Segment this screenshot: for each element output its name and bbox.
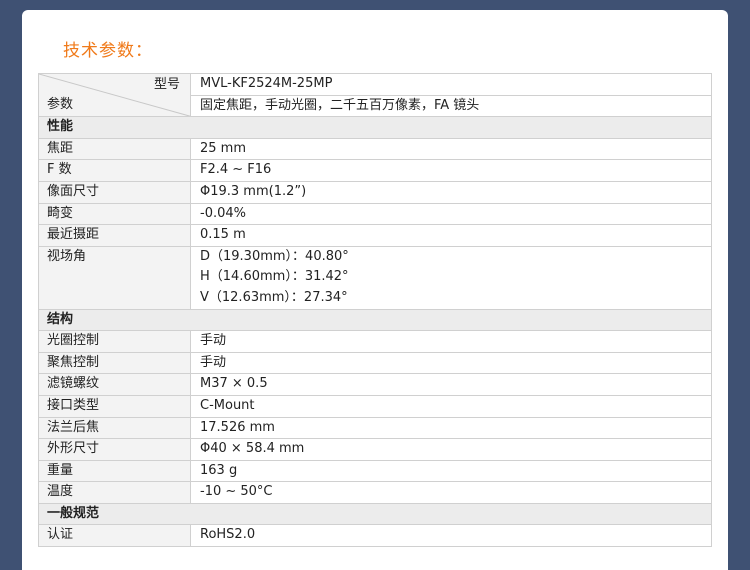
- row-label: 视场角: [38, 245, 191, 310]
- section-title: 一般规范: [38, 502, 712, 526]
- row-label: 温度: [38, 481, 191, 504]
- row-value: RoHS2.0: [190, 524, 712, 548]
- row-label: 重量: [38, 459, 191, 483]
- model-value: MVL-KF2524M-25MP: [190, 73, 712, 96]
- row-value: -10 ~ 50°C: [190, 481, 712, 504]
- table-row: F 数 F2.4 ~ F16: [38, 159, 712, 182]
- section-row-performance: 性能: [38, 116, 712, 139]
- row-label: 法兰后焦: [38, 416, 191, 440]
- page-title: 技术参数：: [63, 41, 153, 61]
- row-value: M37 × 0.5: [190, 373, 712, 396]
- row-label: 聚焦控制: [38, 351, 191, 375]
- table-row: 外形尺寸 Φ40 × 58.4 mm: [38, 438, 712, 461]
- row-value: 163 g: [190, 459, 712, 483]
- header-row-model: 型号 参数 MVL-KF2524M-25MP: [38, 72, 712, 118]
- section-row-general: 一般规范: [38, 502, 712, 526]
- section-row-structure: 结构: [38, 308, 712, 332]
- param-label: 参数: [47, 97, 74, 113]
- table-row: 光圈控制 手动: [38, 330, 712, 353]
- row-value: C-Mount: [190, 394, 712, 418]
- row-label: 焦距: [38, 137, 191, 161]
- model-label: 型号: [153, 77, 180, 92]
- fov-vertical: V（12.63mm）：27.34°: [200, 289, 348, 305]
- row-value: 0.15 m: [190, 224, 712, 247]
- fov-horizontal: H（14.60mm）：31.42°: [200, 269, 349, 285]
- table-row: 接口类型 C-Mount: [38, 394, 712, 418]
- diagonal-header-cell: 型号 参数: [38, 72, 191, 118]
- spec-table: 型号 参数 MVL-KF2524M-25MP 固定焦距，手动光圈，二千五百万像素…: [38, 72, 712, 548]
- table-row: 滤镜螺纹 M37 × 0.5: [38, 373, 712, 396]
- section-title: 性能: [38, 116, 712, 139]
- row-label: F 数: [38, 159, 191, 182]
- table-row: 温度 -10 ~ 50°C: [38, 481, 712, 504]
- table-row: 畸变 -0.04%: [38, 202, 712, 226]
- row-value: Φ19.3 mm(1.2”): [190, 180, 712, 204]
- table-row: 像面尺寸 Φ19.3 mm(1.2”): [38, 180, 712, 204]
- desc-value: 固定焦距，手动光圈，二千五百万像素，FA 镜头: [190, 94, 712, 118]
- fov-values: D（19.30mm）：40.80° H（14.60mm）：31.42° V（12…: [190, 245, 712, 310]
- row-value: Φ40 × 58.4 mm: [190, 438, 712, 461]
- row-value: F2.4 ~ F16: [190, 159, 712, 182]
- section-title: 结构: [38, 308, 712, 332]
- row-label: 接口类型: [38, 394, 191, 418]
- table-row: 聚焦控制 手动: [38, 351, 712, 375]
- row-value: 手动: [190, 351, 712, 375]
- table-row: 法兰后焦 17.526 mm: [38, 416, 712, 440]
- row-value: 手动: [190, 330, 712, 353]
- row-label: 认证: [38, 524, 191, 548]
- table-row: 重量 163 g: [38, 459, 712, 483]
- row-value: 17.526 mm: [190, 416, 712, 440]
- row-value: -0.04%: [190, 202, 712, 226]
- fov-diagonal: D（19.30mm）：40.80°: [200, 248, 349, 264]
- table-row: 最近摄距 0.15 m: [38, 224, 712, 247]
- row-value: 25 mm: [190, 137, 712, 161]
- row-label: 外形尺寸: [38, 438, 191, 461]
- row-label: 像面尺寸: [38, 180, 191, 204]
- table-row-fov: 视场角 D（19.30mm）：40.80° H（14.60mm）：31.42° …: [38, 245, 712, 310]
- row-label: 畸变: [38, 202, 191, 226]
- row-label: 最近摄距: [38, 224, 191, 247]
- table-row: 认证 RoHS2.0: [38, 524, 712, 548]
- row-label: 光圈控制: [38, 330, 191, 353]
- table-row: 焦距 25 mm: [38, 137, 712, 161]
- row-label: 滤镜螺纹: [38, 373, 191, 396]
